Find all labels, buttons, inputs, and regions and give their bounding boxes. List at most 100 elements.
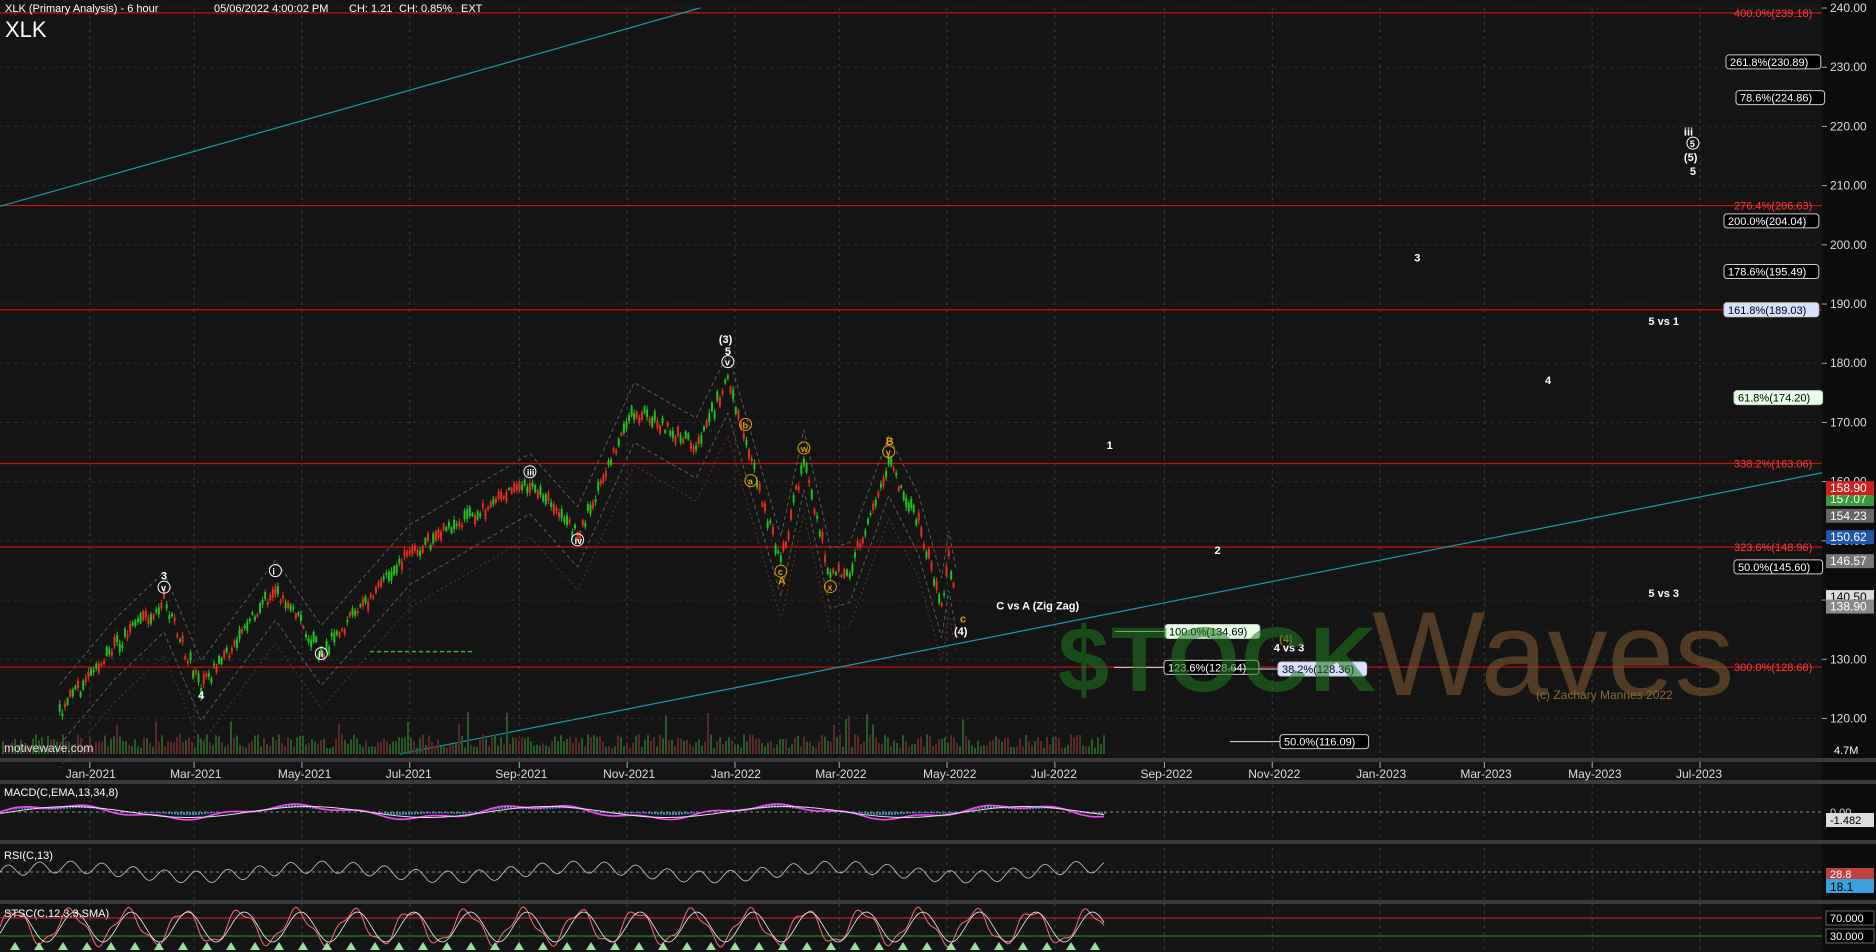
candle-body [648,418,651,424]
candle-body [821,531,824,541]
volume-bar [557,740,559,754]
candle-body [521,484,524,490]
candle-body [861,537,864,544]
volume-bar [215,735,217,754]
wave-label: A [778,576,786,588]
wave-label: iv [575,536,583,546]
volume-bar [953,737,955,754]
volume-bar [902,735,904,754]
candle-body [165,603,168,609]
macd-histogram-bar [432,812,434,814]
fib-box-label: 50.0%(116.09) [1284,737,1355,749]
volume-bar [887,737,889,754]
volume-bar [869,734,871,754]
candle-body [697,437,700,444]
candle-body [782,541,785,552]
macd-histogram-bar [408,812,410,815]
candle-body [523,479,526,486]
macd-histogram-bar [693,812,695,814]
candle-body [471,513,474,516]
macd-histogram-bar [186,812,188,816]
volume-bar [245,747,247,754]
volume-bar [527,736,529,754]
macd-histogram-bar [462,812,464,814]
candle-body [466,509,469,519]
volume-bar [236,735,238,754]
price-chart[interactable]: Jan-2021 Mar-2021 May-2021 Jul-2021 Sep-2021… [0,0,1876,952]
candle-body [638,417,641,424]
volume-bar [122,741,124,754]
candle-body [687,433,690,440]
volume-bar [155,721,157,754]
macd-histogram-bar [204,812,206,815]
candle-body [58,703,61,712]
macd-histogram-bar [183,812,185,816]
candle-body [808,479,811,484]
volume-bar [1064,747,1066,754]
candle-body [610,459,613,465]
macd-histogram-bar [201,812,203,815]
macd-histogram-bar [678,812,680,815]
candle-body [261,599,264,605]
volume-bar [659,734,661,754]
volume-bar [677,738,679,754]
candle-body [500,491,503,500]
candle-body [287,602,290,609]
candle-body [854,552,857,558]
candle-body [66,698,69,706]
volume-bar [389,744,391,754]
volume-bar [464,747,466,754]
candle-body [487,506,490,510]
pane-separator [0,758,1876,762]
volume-bar [590,736,592,754]
volume-bar [737,744,739,754]
x-tick-label: Jan-2023 [1356,767,1406,781]
candle-body [940,602,943,607]
fib-box-label: 78.6%(224.86) [1740,93,1812,105]
candle-body [492,498,495,505]
candle-body [508,487,511,490]
volume-bar [479,740,481,754]
volume-bar [653,737,655,754]
candle-body [432,533,435,544]
macd-histogram-bar [216,812,218,813]
volume-bar [284,746,286,754]
volume-bar [161,735,163,754]
candle-body [61,713,64,716]
candle-body [246,621,249,631]
volume-bar [545,745,547,754]
x-tick-label: Mar-2023 [1460,767,1512,781]
wave-label: (3) [719,334,733,346]
volume-bar [470,744,472,754]
candle-body [795,485,798,490]
volume-bar [920,736,922,754]
candle-body [419,550,422,556]
candle-body [843,568,846,578]
volume-bar [395,741,397,754]
fib-box-label: 61.8%(174.20) [1738,393,1810,405]
volume-bar [923,746,925,754]
candle-body [390,570,393,581]
volume-bar [434,745,436,754]
candle-body [445,526,448,531]
candle-body [837,564,840,572]
candle-body [71,689,74,697]
candle-body [63,703,66,708]
volume-bar [968,739,970,754]
candle-body [651,417,654,427]
volume-bar [1091,739,1093,754]
volume-bar [275,739,277,754]
volume-bar [521,737,523,754]
macd-histogram-bar [198,812,200,815]
candle-body [622,423,625,434]
candle-body [434,530,437,541]
candle-body [915,519,918,525]
x-tick-label: May-2021 [278,767,332,781]
candle-body [218,655,221,664]
volume-bar [263,737,265,754]
candle-body [677,426,680,437]
candle-body [745,439,748,446]
candle-body [792,495,795,503]
candle-body [869,512,872,515]
macd-histogram-bar [882,812,884,816]
